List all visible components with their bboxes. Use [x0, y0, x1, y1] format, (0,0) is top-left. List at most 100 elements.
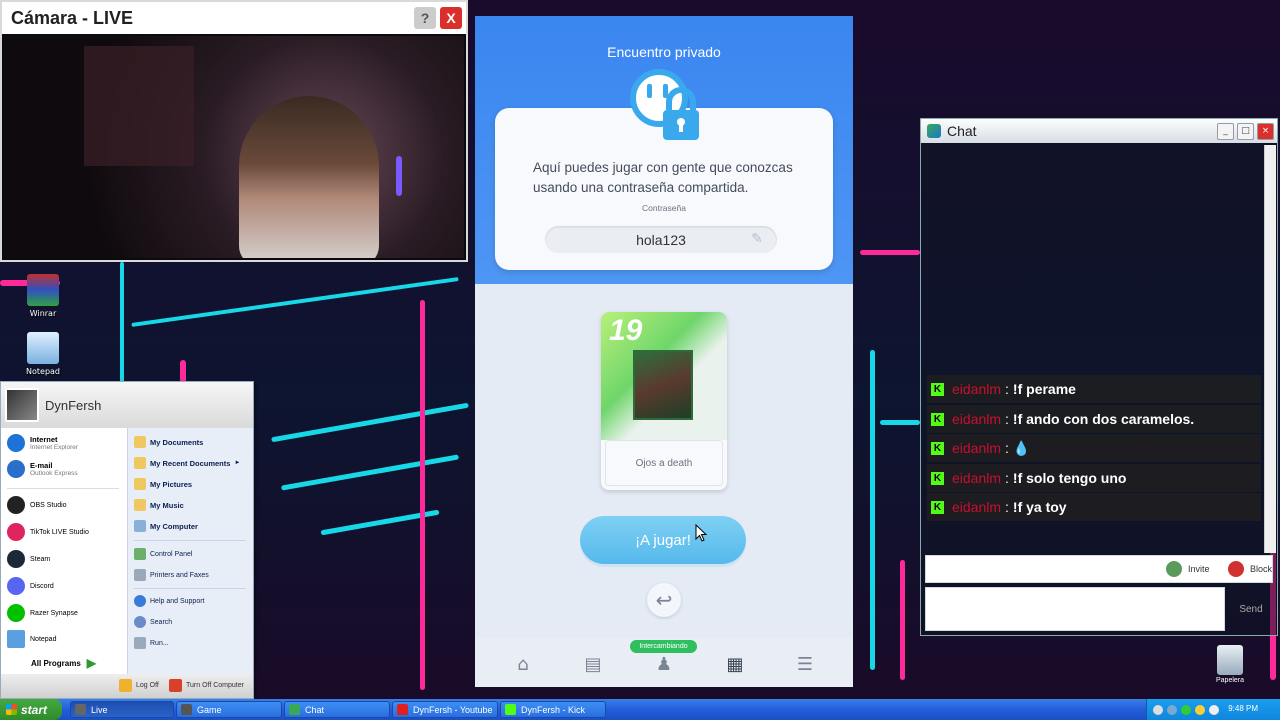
youtube-icon	[397, 704, 408, 715]
search-icon	[134, 616, 146, 628]
invite-button[interactable]: Invite	[1166, 561, 1210, 577]
start-item-control-panel[interactable]: Control Panel	[134, 548, 252, 560]
start-item-steam[interactable]: Steam	[7, 550, 125, 568]
taskbar-item-youtube[interactable]: DynFersh - Youtube	[392, 701, 498, 718]
invite-label: Invite	[1188, 564, 1210, 574]
wall-tapestry	[84, 46, 194, 166]
bottom-navigation: ⌂ ▤ ♟ Intercambiando ▦ ☰	[475, 638, 853, 687]
start-item-label: Steam	[30, 555, 51, 563]
network-icon[interactable]	[1167, 704, 1177, 715]
cards-icon[interactable]: ▦	[722, 652, 748, 676]
chat-titlebar[interactable]: Chat _ □ ×	[921, 119, 1277, 143]
tray-expand-icon[interactable]	[1153, 704, 1163, 715]
volume-icon[interactable]	[1209, 704, 1219, 715]
chat-username[interactable]: eidanlm	[952, 499, 1001, 515]
start-item-search[interactable]: Search	[134, 616, 252, 628]
close-button[interactable]: ×	[1257, 122, 1274, 140]
start-item-label: My Pictures	[150, 479, 193, 489]
chat-text: !f ando con dos caramelos.	[1012, 411, 1195, 427]
clock[interactable]: 9:48 PM	[1228, 704, 1258, 713]
winrar-icon	[27, 274, 59, 306]
desktop-icon-label: Papelera	[1215, 677, 1245, 684]
desktop-icon-notepad[interactable]: Notepad	[8, 332, 78, 376]
printer-icon	[134, 569, 146, 581]
desktop-icon-label: Winrar	[29, 309, 57, 318]
start-menu-username: DynFersh	[45, 397, 102, 413]
desktop-icon-winrar[interactable]: Winrar	[8, 274, 78, 318]
all-programs-button[interactable]: All Programs ▶	[31, 656, 96, 670]
chat-message-input[interactable]	[925, 587, 1225, 631]
start-item-help[interactable]: Help and Support	[134, 595, 252, 607]
wallpaper-neon-line	[880, 420, 920, 425]
send-button[interactable]: Send	[1229, 597, 1273, 621]
trade-icon[interactable]: ♟	[651, 652, 677, 676]
start-button[interactable]: start	[0, 699, 62, 720]
chat-message: K eidanlm: !f solo tengo uno	[927, 464, 1261, 492]
chat-username[interactable]: eidanlm	[952, 440, 1001, 456]
play-button[interactable]: ¡A jugar!	[580, 516, 746, 564]
home-icon[interactable]: ⌂	[510, 652, 536, 676]
turn-off-button[interactable]: Turn Off Computer	[169, 679, 244, 692]
start-item-internet[interactable]: Internet Internet Explorer	[7, 434, 125, 452]
recent-docs-icon	[134, 457, 146, 469]
taskbar-item-game[interactable]: Game	[176, 701, 282, 718]
block-button[interactable]: Block	[1228, 561, 1272, 577]
start-item-sublabel: Outlook Express	[30, 470, 78, 477]
deck-name: Ojos a death	[605, 440, 723, 486]
back-button[interactable]: ↩	[647, 583, 681, 617]
start-item-printers[interactable]: Printers and Faxes	[134, 569, 252, 581]
desktop-icon-recycle-bin[interactable]: Papelera	[1208, 645, 1252, 684]
taskbar-item-live[interactable]: Live	[70, 701, 174, 718]
minimize-button[interactable]: _	[1217, 122, 1234, 140]
taskbar-item-kick[interactable]: DynFersh - Kick	[500, 701, 606, 718]
chat-username[interactable]: eidanlm	[952, 381, 1001, 397]
taskbar-item-chat[interactable]: Chat	[284, 701, 390, 718]
kick-icon: K	[931, 441, 944, 455]
start-item-my-documents[interactable]: My Documents	[134, 436, 252, 448]
start-item-recent-documents[interactable]: My Recent Documents ►	[134, 457, 252, 469]
start-item-notepad[interactable]: Notepad	[7, 630, 125, 648]
start-item-sublabel: Internet Explorer	[30, 444, 79, 451]
chat-icon	[289, 704, 300, 715]
start-item-label: Razer Synapse	[30, 609, 78, 617]
wallpaper-neon-line	[900, 560, 905, 680]
chat-message: K eidanlm: !f perame	[927, 375, 1261, 403]
start-item-my-music[interactable]: My Music	[134, 499, 252, 511]
arrow-right-icon: ▶	[86, 656, 97, 670]
maximize-button[interactable]: □	[1237, 122, 1254, 140]
start-item-run[interactable]: Run...	[134, 637, 252, 649]
menu-icon[interactable]: ☰	[792, 652, 818, 676]
start-item-tiktok[interactable]: TikTok LIVE Studio	[7, 523, 125, 541]
private-match-description: Aquí puedes jugar con gente que conozcas…	[533, 160, 793, 195]
control-panel-icon	[134, 548, 146, 560]
pictures-icon	[134, 478, 146, 490]
log-off-button[interactable]: Log Off	[119, 679, 159, 692]
start-item-discord[interactable]: Discord	[7, 577, 125, 595]
close-button[interactable]: X	[440, 7, 462, 29]
tiktok-icon	[7, 523, 25, 541]
start-item-label: Control Panel	[150, 550, 193, 558]
start-item-my-computer[interactable]: My Computer	[134, 520, 252, 532]
chat-text: !f solo tengo uno	[1012, 470, 1127, 486]
back-arrow-icon: ↩	[655, 588, 673, 612]
deck-card[interactable]: 19 Ojos a death	[601, 312, 727, 490]
chat-username[interactable]: eidanlm	[952, 470, 1001, 486]
deck-icon[interactable]: ▤	[580, 652, 606, 676]
start-item-label: Internet	[30, 435, 58, 444]
password-field[interactable]: hola123 ✎	[545, 226, 777, 253]
chat-scrollbar[interactable]	[1264, 145, 1276, 553]
game-icon	[181, 704, 192, 715]
start-item-my-pictures[interactable]: My Pictures	[134, 478, 252, 490]
help-button[interactable]: ?	[414, 7, 436, 29]
start-item-obs[interactable]: OBS Studio	[7, 496, 125, 514]
kick-icon: K	[931, 412, 944, 426]
start-item-email[interactable]: E-mail Outlook Express	[7, 460, 125, 478]
warning-icon[interactable]	[1195, 704, 1205, 715]
start-item-razer[interactable]: Razer Synapse	[7, 604, 125, 622]
chat-message: K eidanlm: !f ya toy	[927, 493, 1261, 521]
start-item-label: Help and Support	[150, 597, 205, 605]
chat-username[interactable]: eidanlm	[952, 411, 1001, 427]
pencil-icon[interactable]: ✎	[747, 230, 767, 250]
security-icon[interactable]	[1181, 704, 1191, 715]
camera-titlebar[interactable]: Cámara - LIVE ? X	[2, 2, 466, 34]
